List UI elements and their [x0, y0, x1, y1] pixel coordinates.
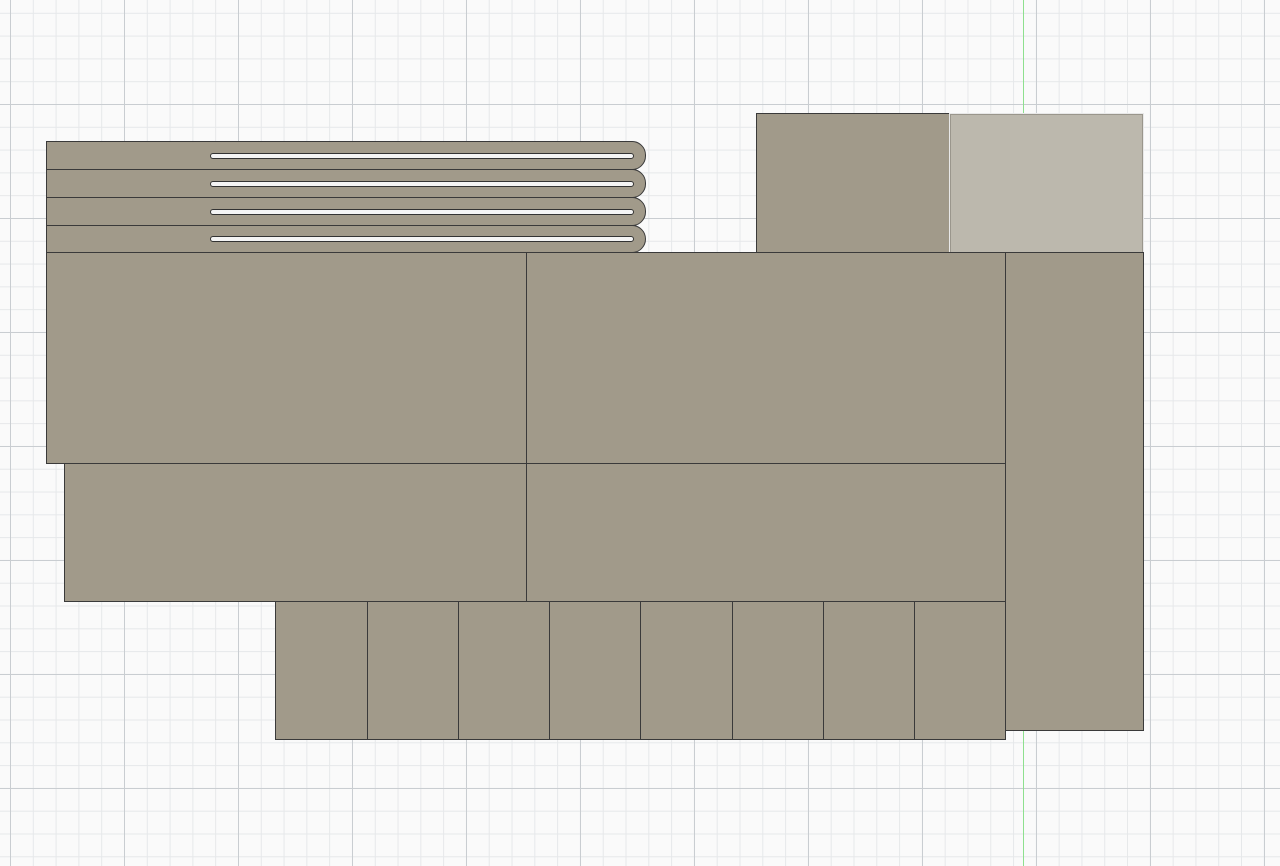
- upper-left-face[interactable]: [46, 252, 527, 464]
- bottom-segment-2[interactable]: [367, 601, 459, 740]
- bottom-segment-7[interactable]: [823, 601, 915, 740]
- slotted-strip-1[interactable]: [46, 141, 646, 170]
- lower-left-face[interactable]: [64, 463, 527, 602]
- bottom-segment-3[interactable]: [458, 601, 550, 740]
- slotted-strip-2[interactable]: [46, 169, 646, 198]
- right-column-face[interactable]: [1004, 252, 1144, 731]
- slot-1: [210, 153, 634, 159]
- top-box-face[interactable]: [756, 113, 950, 253]
- cad-sketch-canvas[interactable]: [0, 0, 1280, 866]
- slot-2: [210, 181, 634, 187]
- selected-face[interactable]: [949, 113, 1144, 254]
- bottom-segment-6[interactable]: [732, 601, 824, 740]
- lower-right-face[interactable]: [526, 463, 1006, 602]
- slotted-strip-3[interactable]: [46, 197, 646, 226]
- bottom-segment-1[interactable]: [275, 601, 368, 740]
- slotted-strip-4[interactable]: [46, 225, 646, 253]
- bottom-segment-8[interactable]: [914, 601, 1006, 740]
- bottom-segment-5[interactable]: [640, 601, 733, 740]
- slot-3: [210, 209, 634, 215]
- slot-4: [210, 236, 634, 242]
- bottom-segment-4[interactable]: [549, 601, 641, 740]
- upper-right-face[interactable]: [526, 252, 1006, 464]
